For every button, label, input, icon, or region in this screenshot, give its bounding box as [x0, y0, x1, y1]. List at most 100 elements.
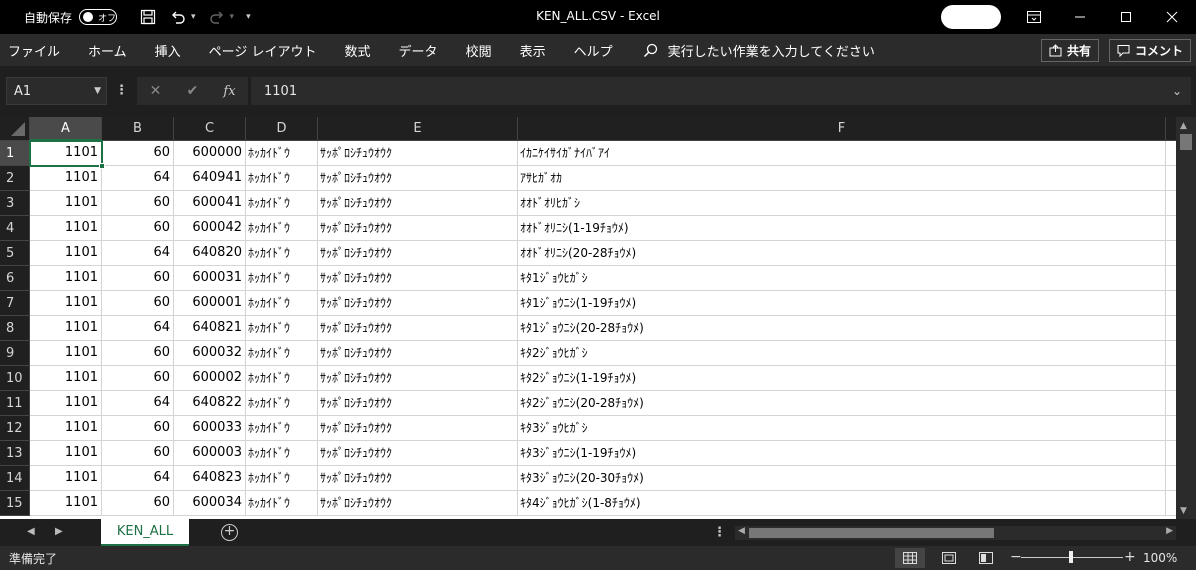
comment-button[interactable]: コメント — [1109, 39, 1192, 62]
cell-g[interactable] — [1166, 166, 1176, 191]
cell-e[interactable]: ｻｯﾎﾟﾛｼﾁｭｳｵｳｸ — [318, 491, 518, 516]
zoom-slider-thumb[interactable] — [1069, 551, 1073, 563]
scroll-up-icon[interactable]: ▲ — [1180, 121, 1187, 131]
row-header[interactable]: 1 — [0, 141, 30, 166]
cell-c[interactable]: 600041 — [174, 191, 246, 216]
cell-g[interactable] — [1166, 491, 1176, 516]
cell-b[interactable]: 60 — [102, 441, 174, 466]
cell-a[interactable]: 1101 — [30, 216, 102, 241]
cell-c[interactable]: 600033 — [174, 416, 246, 441]
cell-g[interactable] — [1166, 266, 1176, 291]
more-tabs-icon[interactable]: ⋮ — [713, 525, 726, 540]
cell-a[interactable]: 1101 — [30, 466, 102, 491]
cell-f[interactable]: ｷﾀ1ｼﾞｮｳﾋｶﾞｼ — [518, 266, 1166, 291]
cell-b[interactable]: 64 — [102, 391, 174, 416]
cell-d[interactable]: ﾎｯｶｲﾄﾞｳ — [246, 241, 318, 266]
cell-c[interactable]: 640821 — [174, 316, 246, 341]
close-icon[interactable] — [1149, 0, 1195, 34]
cell-d[interactable]: ﾎｯｶｲﾄﾞｳ — [246, 491, 318, 516]
expand-formula-icon[interactable]: ⌄ — [1172, 84, 1182, 98]
cell-a[interactable]: 1101 — [30, 341, 102, 366]
zoom-level[interactable]: 100% — [1143, 551, 1177, 565]
cell-f[interactable]: ｷﾀ3ｼﾞｮｳﾆｼ(20-30ﾁｮｳﾒ) — [518, 466, 1166, 491]
cell-e[interactable]: ｻｯﾎﾟﾛｼﾁｭｳｵｳｸ — [318, 341, 518, 366]
row-header[interactable]: 10 — [0, 366, 30, 391]
customize-qat-icon[interactable]: ▾ — [246, 12, 251, 22]
cell-f[interactable]: ｷﾀ2ｼﾞｮｳﾋｶﾞｼ — [518, 341, 1166, 366]
cell-c[interactable]: 600000 — [174, 141, 246, 166]
cell-f[interactable]: ｷﾀ1ｼﾞｮｳﾆｼ(20-28ﾁｮｳﾒ) — [518, 316, 1166, 341]
undo-dropdown-icon[interactable]: ▾ — [191, 12, 196, 22]
select-all-button[interactable] — [0, 117, 30, 141]
tab-data[interactable]: データ — [385, 34, 452, 66]
cancel-icon[interactable]: ✕ — [137, 83, 174, 99]
tab-view[interactable]: 表示 — [506, 34, 560, 66]
cell-c[interactable]: 640941 — [174, 166, 246, 191]
cell-c[interactable]: 600003 — [174, 441, 246, 466]
cell-c[interactable]: 640823 — [174, 466, 246, 491]
cell-d[interactable]: ﾎｯｶｲﾄﾞｳ — [246, 441, 318, 466]
cell-a[interactable]: 1101 — [30, 491, 102, 516]
cell-d[interactable]: ﾎｯｶｲﾄﾞｳ — [246, 416, 318, 441]
cell-a[interactable]: 1101 — [30, 266, 102, 291]
cell-b[interactable]: 64 — [102, 241, 174, 266]
enter-icon[interactable]: ✔ — [174, 83, 211, 99]
cell-e[interactable]: ｻｯﾎﾟﾛｼﾁｭｳｵｳｸ — [318, 166, 518, 191]
cell-f[interactable]: ｲｶﾆｹｲｻｲｶﾞﾅｲﾊﾞｱｲ — [518, 141, 1166, 166]
cell-c[interactable]: 600001 — [174, 291, 246, 316]
cell-g[interactable] — [1166, 241, 1176, 266]
vertical-scrollbar[interactable]: ▲ ▼ — [1176, 117, 1196, 519]
autosave-toggle[interactable]: オフ — [79, 9, 118, 25]
normal-view-icon[interactable] — [895, 548, 925, 568]
cell-d[interactable]: ﾎｯｶｲﾄﾞｳ — [246, 466, 318, 491]
cell-b[interactable]: 60 — [102, 291, 174, 316]
tab-review[interactable]: 校閲 — [452, 34, 506, 66]
page-layout-view-icon[interactable] — [934, 548, 964, 568]
row-header[interactable]: 6 — [0, 266, 30, 291]
cell-e[interactable]: ｻｯﾎﾟﾛｼﾁｭｳｵｳｸ — [318, 266, 518, 291]
cell-d[interactable]: ﾎｯｶｲﾄﾞｳ — [246, 266, 318, 291]
cell-d[interactable]: ﾎｯｶｲﾄﾞｳ — [246, 341, 318, 366]
more-options-icon[interactable]: ⋮ — [115, 83, 128, 98]
column-header-b[interactable]: B — [102, 117, 174, 141]
column-header-c[interactable]: C — [174, 117, 246, 141]
cell-g[interactable] — [1166, 466, 1176, 491]
zoom-in-icon[interactable]: + — [1124, 549, 1136, 565]
cell-c[interactable]: 640820 — [174, 241, 246, 266]
cell-g[interactable] — [1166, 291, 1176, 316]
zoom-out-icon[interactable]: − — [1010, 549, 1022, 565]
cell-a[interactable]: 1101 — [30, 441, 102, 466]
cell-f[interactable]: ｷﾀ3ｼﾞｮｳﾆｼ(1-19ﾁｮｳﾒ) — [518, 441, 1166, 466]
cell-c[interactable]: 600032 — [174, 341, 246, 366]
cell-g[interactable] — [1166, 341, 1176, 366]
cell-b[interactable]: 64 — [102, 466, 174, 491]
cell-d[interactable]: ﾎｯｶｲﾄﾞｳ — [246, 316, 318, 341]
cell-g[interactable] — [1166, 216, 1176, 241]
horizontal-scrollbar[interactable]: ◀ ▶ — [735, 526, 1176, 540]
cell-g[interactable] — [1166, 316, 1176, 341]
cell-d[interactable]: ﾎｯｶｲﾄﾞｳ — [246, 391, 318, 416]
cell-a[interactable]: 1101 — [30, 191, 102, 216]
fill-handle[interactable] — [99, 163, 105, 169]
row-header[interactable]: 2 — [0, 166, 30, 191]
scroll-down-icon[interactable]: ▼ — [1180, 506, 1187, 516]
cell-e[interactable]: ｻｯﾎﾟﾛｼﾁｭｳｵｳｸ — [318, 241, 518, 266]
cell-f[interactable]: ｷﾀ3ｼﾞｮｳﾋｶﾞｼ — [518, 416, 1166, 441]
cell-b[interactable]: 64 — [102, 316, 174, 341]
cell-g[interactable] — [1166, 141, 1176, 166]
cell-b[interactable]: 60 — [102, 266, 174, 291]
cell-e[interactable]: ｻｯﾎﾟﾛｼﾁｭｳｵｳｸ — [318, 366, 518, 391]
scroll-left-icon[interactable]: ◀ — [738, 526, 745, 536]
row-header[interactable]: 5 — [0, 241, 30, 266]
cell-c[interactable]: 600034 — [174, 491, 246, 516]
sheet-tab-ken-all[interactable]: KEN_ALL — [101, 519, 189, 546]
cell-c[interactable]: 600042 — [174, 216, 246, 241]
cell-d[interactable]: ﾎｯｶｲﾄﾞｳ — [246, 366, 318, 391]
tab-help[interactable]: ヘルプ — [560, 34, 627, 66]
cell-e[interactable]: ｻｯﾎﾟﾛｼﾁｭｳｵｳｸ — [318, 316, 518, 341]
cell-d[interactable]: ﾎｯｶｲﾄﾞｳ — [246, 166, 318, 191]
cell-b[interactable]: 64 — [102, 166, 174, 191]
cell-c[interactable]: 600031 — [174, 266, 246, 291]
insert-function-icon[interactable]: fx — [211, 84, 248, 99]
cell-d[interactable]: ﾎｯｶｲﾄﾞｳ — [246, 141, 318, 166]
